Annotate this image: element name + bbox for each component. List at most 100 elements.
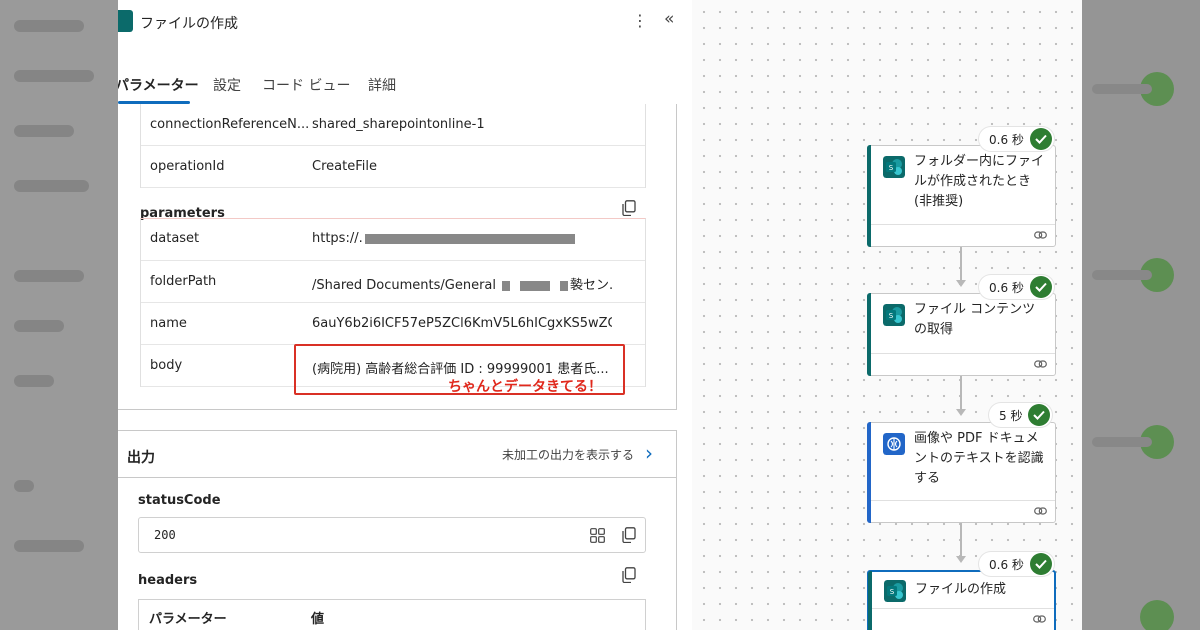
- panel-title: ファイルの作成: [140, 16, 238, 32]
- param-value: /Shared Documents/General 褺セン...: [312, 274, 612, 293]
- connector-line: [960, 523, 962, 560]
- step-footer: [872, 608, 1054, 630]
- sharepoint-icon: [118, 10, 133, 32]
- flow-step-create-file[interactable]: S ファイルの作成: [867, 570, 1056, 630]
- step-label: ファイル コンテンツの取得: [914, 302, 1036, 337]
- table-row: dataset https://.: [141, 219, 645, 261]
- flow-step-recognize-text[interactable]: 画像や PDF ドキュメントのテキストを認識する: [867, 422, 1056, 523]
- param-key: name: [150, 316, 187, 331]
- blurred-block: [14, 125, 74, 137]
- tab-code-view[interactable]: コード ビュー: [262, 75, 350, 95]
- param-key: folderPath: [150, 274, 217, 289]
- duration-text: 5 秒: [999, 408, 1023, 423]
- flow-step-trigger[interactable]: S フォルダー内にファイルが作成されたとき (非推奨): [867, 145, 1056, 247]
- tab-parameters[interactable]: パラメーター: [118, 75, 199, 95]
- blurred-block: [1092, 270, 1152, 280]
- duration-badge: 0.6 秒: [979, 552, 1054, 576]
- step-label: ファイルの作成: [915, 582, 1007, 597]
- blurred-block: [14, 320, 64, 332]
- status-code-field: 200: [138, 517, 646, 553]
- step-label: 画像や PDF ドキュメントのテキストを認識する: [914, 431, 1044, 486]
- link-icon[interactable]: [1034, 506, 1047, 516]
- duration-badge: 0.6 秒: [979, 275, 1054, 299]
- redacted-text: [502, 280, 511, 291]
- show-raw-output-link[interactable]: 未加工の出力を表示する: [502, 446, 634, 463]
- blurred-block: [14, 70, 94, 82]
- background-right-blurred: [1082, 0, 1200, 630]
- more-vertical-icon[interactable]: ⋮: [632, 10, 648, 32]
- blurred-block: [1140, 600, 1174, 630]
- blurred-block: [14, 20, 84, 32]
- param-value: https://.: [312, 231, 612, 246]
- table-row: connectionReferenceN... shared_sharepoin…: [141, 104, 645, 146]
- headers-table: パラメーター 値: [138, 599, 646, 630]
- step-footer: [871, 353, 1055, 375]
- grid-view-icon[interactable]: [590, 528, 605, 543]
- param-value: 6auY6b2i6ICF57eP5ZCl6KmV5L6hICgxKS5wZG..…: [312, 316, 612, 331]
- arrow-down-icon: [956, 280, 966, 287]
- status-code-label: statusCode: [138, 493, 221, 508]
- connector-line: [960, 376, 962, 413]
- param-key: body: [150, 358, 183, 373]
- sharepoint-icon: S: [884, 580, 906, 602]
- output-section: 出力 未加工の出力を表示する › statusCode 200 headers …: [118, 430, 677, 630]
- param-value: shared_sharepointonline-1: [312, 117, 485, 132]
- flow-canvas[interactable]: S フォルダー内にファイルが作成されたとき (非推奨) 0.6 秒 S ファイル…: [692, 0, 1082, 630]
- sharepoint-icon: S: [883, 304, 905, 326]
- link-icon[interactable]: [1034, 230, 1047, 240]
- copy-icon[interactable]: [622, 200, 636, 216]
- success-check-icon: [1029, 128, 1052, 150]
- flow-step-get-file-content[interactable]: S ファイル コンテンツの取得: [867, 293, 1056, 376]
- blurred-block: [1092, 437, 1152, 447]
- success-check-icon: [1029, 276, 1052, 298]
- blurred-block: [14, 540, 84, 552]
- status-code-value: 200: [154, 528, 176, 542]
- annotation-text: ちゃんとデータきてる！: [448, 379, 602, 395]
- param-value-text: https://.: [312, 231, 363, 246]
- link-icon[interactable]: [1034, 359, 1047, 369]
- param-key: connectionReferenceN...: [150, 117, 310, 132]
- step-label: フォルダー内にファイルが作成されたとき (非推奨): [914, 154, 1045, 209]
- copy-icon[interactable]: [622, 567, 636, 583]
- blurred-block: [14, 270, 84, 282]
- table-row: name 6auY6b2i6ICF57eP5ZCl6KmV5L6hICgxKS5…: [141, 303, 645, 345]
- redacted-text: [560, 280, 569, 291]
- duration-text: 0.6 秒: [989, 280, 1024, 295]
- headers-label: headers: [138, 573, 198, 588]
- output-title: 出力: [127, 450, 155, 466]
- connector-line: [960, 247, 962, 284]
- chevron-right-icon[interactable]: ›: [645, 441, 653, 465]
- tab-bar: パラメーター 設定 コード ビュー 詳細: [118, 72, 692, 106]
- inputs-table: connectionReferenceN... shared_sharepoin…: [140, 104, 646, 188]
- table-row: folderPath /Shared Documents/General 褺セン.…: [141, 261, 645, 303]
- step-footer: [871, 224, 1055, 246]
- param-value: CreateFile: [312, 159, 377, 174]
- tab-settings[interactable]: 設定: [213, 75, 241, 95]
- copy-icon[interactable]: [622, 527, 636, 543]
- duration-text: 0.6 秒: [989, 557, 1024, 572]
- arrow-down-icon: [956, 556, 966, 563]
- step-footer: [871, 500, 1055, 522]
- column-header-parameter: パラメーター: [149, 612, 227, 627]
- svg-text:S: S: [889, 164, 894, 172]
- blurred-block: [1092, 84, 1152, 94]
- background-left-blurred: [0, 0, 118, 630]
- success-check-icon: [1029, 553, 1052, 575]
- link-icon[interactable]: [1033, 614, 1046, 624]
- panel-header: ファイルの作成 ⋮ «: [118, 0, 692, 44]
- param-key: operationId: [150, 159, 225, 174]
- duration-badge: 0.6 秒: [979, 127, 1054, 151]
- redacted-text: [520, 280, 551, 291]
- tab-details[interactable]: 詳細: [368, 75, 396, 95]
- double-chevron-left-icon[interactable]: «: [664, 8, 680, 30]
- redacted-text: [364, 233, 575, 244]
- blurred-block: [14, 480, 34, 492]
- success-check-icon: [1028, 404, 1051, 426]
- column-header-value: 値: [311, 612, 325, 627]
- svg-text:S: S: [889, 312, 894, 320]
- param-value-text: /Shared Documents/General: [312, 278, 497, 293]
- sharepoint-icon: S: [883, 156, 905, 178]
- ai-builder-icon: [883, 433, 905, 455]
- blurred-block: [14, 180, 89, 192]
- action-details-panel: ファイルの作成 ⋮ « パラメーター 設定 コード ビュー 詳細 connect…: [118, 0, 692, 630]
